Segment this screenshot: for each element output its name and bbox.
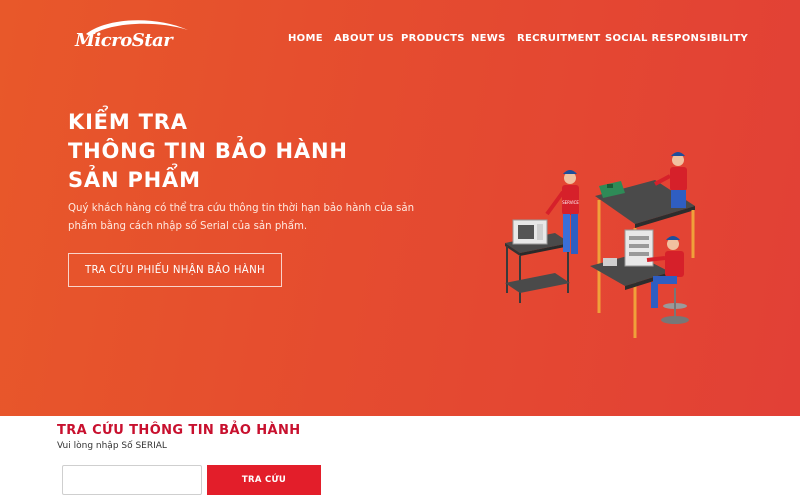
warranty-lookup-section: TRA CỨU THÔNG TIN BẢO HÀNH Vui lòng nhập… <box>0 416 800 504</box>
lookup-subtitle: Vui lòng nhập Số SERIAL <box>57 441 167 451</box>
main-nav: HOME ABOUT US PRODUCTS NEWS RECRUITMENT … <box>0 33 800 47</box>
nav-products[interactable]: PRODUCTS <box>401 33 465 45</box>
hero-title-line-2: THÔNG TIN BẢO HÀNH <box>68 139 348 163</box>
hero-title-line-1: KIỂM TRA <box>68 110 188 134</box>
hero-title-line-3: SẢN PHẨM <box>68 168 201 192</box>
hero-title: KIỂM TRA THÔNG TIN BẢO HÀNH SẢN PHẨM <box>68 108 348 195</box>
lookup-submit-button[interactable]: TRA CỨU <box>207 465 321 495</box>
nav-about-us[interactable]: ABOUT US <box>334 33 394 45</box>
nav-social-responsibility[interactable]: SOCIAL RESPONSIBILITY <box>605 33 748 45</box>
lookup-title: TRA CỨU THÔNG TIN BẢO HÀNH <box>57 423 301 438</box>
nav-home[interactable]: HOME <box>288 33 323 45</box>
hero-section: MicroStar HOME ABOUT US PRODUCTS NEWS RE… <box>0 0 800 416</box>
nav-news[interactable]: NEWS <box>471 33 506 45</box>
hero-description: Quý khách hàng có thể tra cứu thông tin … <box>68 203 415 232</box>
service-technicians-illustration: SERVICE <box>505 152 695 338</box>
nav-recruitment[interactable]: RECRUITMENT <box>517 33 601 45</box>
warranty-receipt-lookup-button[interactable]: TRA CỨU PHIẾU NHẬN BẢO HÀNH <box>68 253 282 287</box>
serial-number-input[interactable] <box>62 465 202 495</box>
technician-shirt-label: SERVICE <box>562 200 579 205</box>
